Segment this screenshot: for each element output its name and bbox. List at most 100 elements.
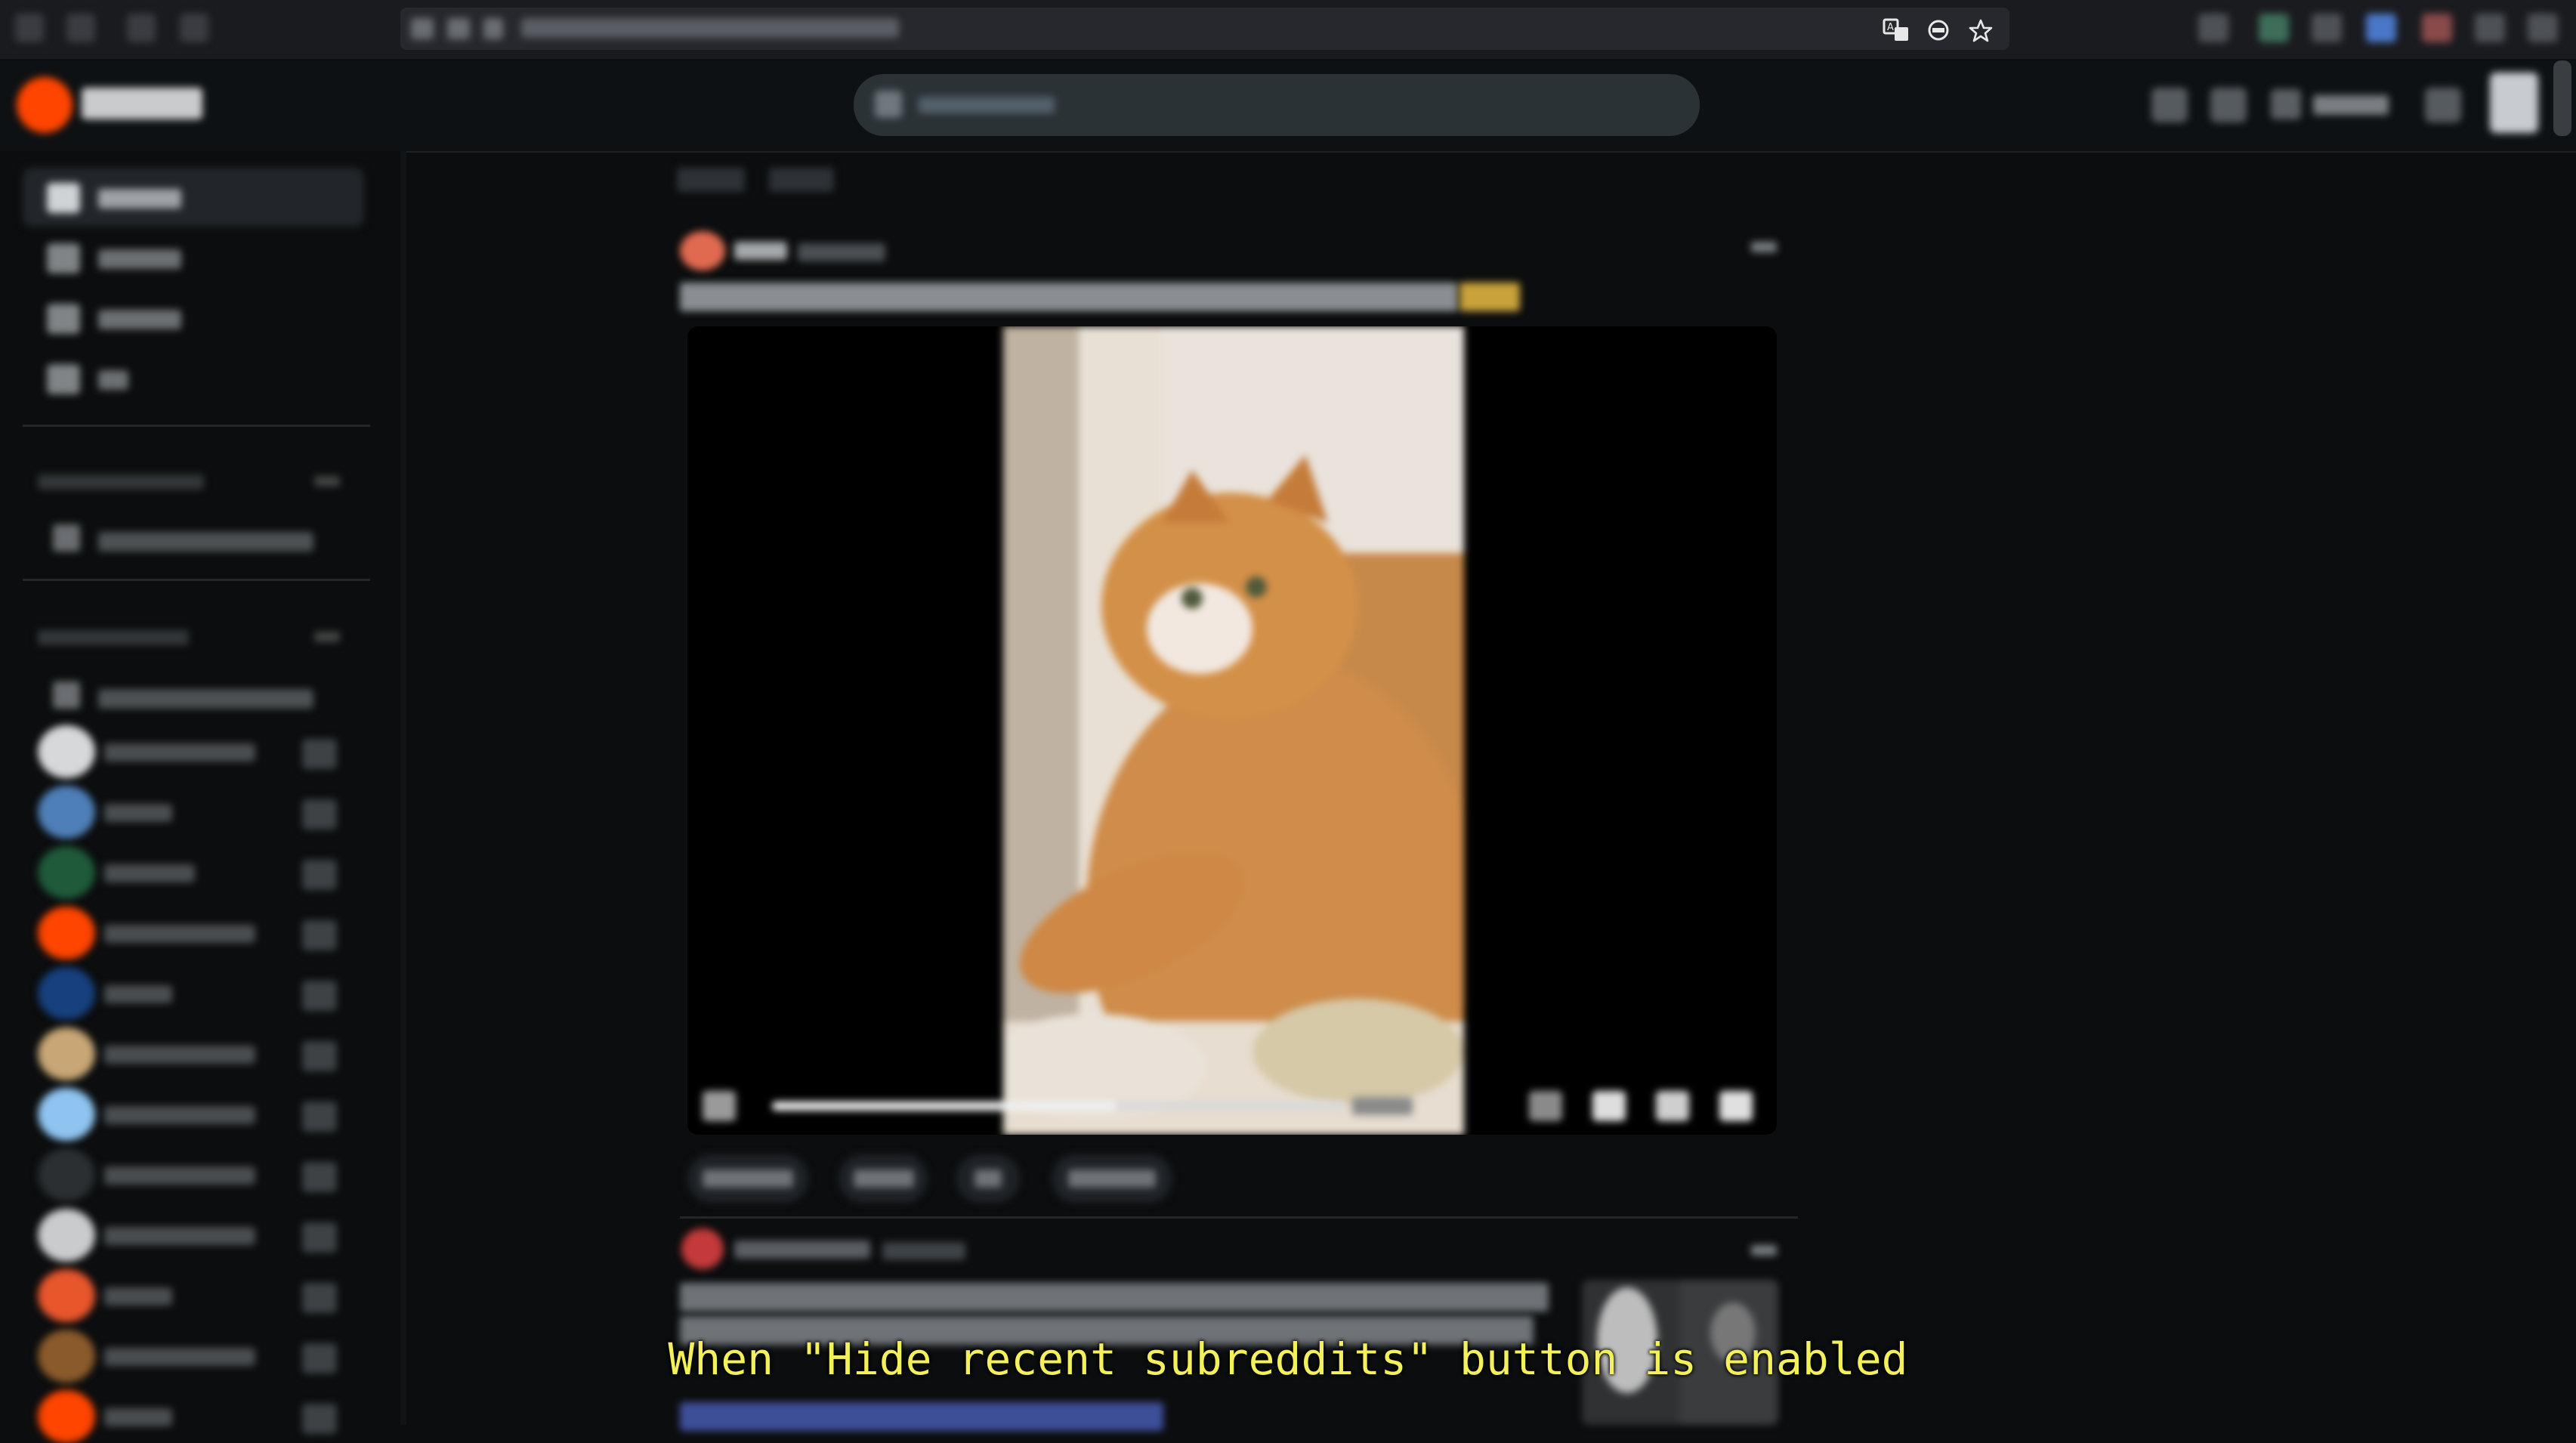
search-icon <box>875 91 902 118</box>
notifications-icon[interactable] <box>2425 88 2461 122</box>
community-name <box>104 985 172 1003</box>
sidebar-community-item[interactable] <box>38 725 355 778</box>
extensions-menu-icon[interactable] <box>2475 14 2505 42</box>
security-icon <box>483 18 503 39</box>
custom-feeds-heading[interactable] <box>38 474 204 490</box>
subreddit-name[interactable] <box>734 242 787 260</box>
url-text <box>521 18 899 38</box>
video-progress-bar[interactable] <box>772 1102 1346 1111</box>
favorite-star-icon[interactable] <box>302 1162 337 1192</box>
sidebar-community-item[interactable] <box>38 1088 355 1141</box>
community-avatar <box>38 967 95 1020</box>
community-avatar <box>38 1027 95 1080</box>
chat-icon[interactable] <box>2210 88 2247 122</box>
bookmark-star-icon[interactable] <box>1966 18 1996 42</box>
extension-icon[interactable] <box>2198 14 2229 42</box>
fullscreen-icon[interactable] <box>1656 1091 1689 1121</box>
community-name <box>104 864 195 882</box>
favorite-star-icon[interactable] <box>302 1102 337 1132</box>
permissions-icon[interactable] <box>447 18 470 39</box>
user-avatar[interactable] <box>2490 73 2538 133</box>
extension-icon[interactable] <box>2422 14 2452 42</box>
sidebar-community-item[interactable] <box>38 1027 355 1080</box>
favorite-star-icon[interactable] <box>302 739 337 769</box>
favorite-star-icon[interactable] <box>302 860 337 890</box>
sidebar-community-item[interactable] <box>38 907 355 959</box>
sort-dropdown[interactable] <box>677 168 745 192</box>
ad-block-icon[interactable] <box>1923 18 1954 41</box>
browser-toolbar: A <box>0 0 2576 60</box>
sidebar-item-home[interactable] <box>23 168 364 227</box>
video-player[interactable] <box>687 326 1777 1135</box>
more-options-icon[interactable] <box>1751 242 1777 252</box>
sidebar-community-item[interactable] <box>38 786 355 839</box>
create-post-button[interactable] <box>2266 85 2395 125</box>
caption-text: When "Hide recent subreddits" button is … <box>668 1333 1908 1385</box>
sidebar-item-explore[interactable] <box>23 289 364 348</box>
favorite-star-icon[interactable] <box>302 1041 337 1071</box>
home-icon[interactable] <box>180 14 208 42</box>
communities-heading[interactable] <box>38 630 189 645</box>
community-avatar <box>38 786 95 839</box>
sidebar-community-item[interactable] <box>38 967 355 1020</box>
advertise-icon[interactable] <box>2151 88 2188 122</box>
address-bar[interactable]: A <box>400 8 2009 50</box>
share-button[interactable] <box>1052 1154 1172 1203</box>
video-frame-cat[interactable] <box>1003 326 1464 1135</box>
search-input[interactable] <box>854 74 1700 136</box>
award-button[interactable] <box>956 1154 1020 1203</box>
page-scrollbar[interactable] <box>2553 60 2571 136</box>
sidebar-community-item[interactable] <box>38 1390 355 1443</box>
settings-icon[interactable] <box>1592 1091 1626 1121</box>
chevron-up-icon[interactable] <box>314 476 340 487</box>
post-divider <box>680 1216 1798 1219</box>
community-name <box>104 1106 255 1124</box>
post-flair[interactable] <box>680 1402 1163 1431</box>
sidebar-item-label <box>98 249 181 269</box>
extension-icon[interactable] <box>2366 14 2396 42</box>
sidebar-community-item[interactable] <box>38 1269 355 1322</box>
sidebar-scrollbar[interactable] <box>400 151 406 1425</box>
favorite-star-icon[interactable] <box>302 1404 337 1434</box>
favorite-star-icon[interactable] <box>302 799 337 830</box>
subreddit-name[interactable] <box>734 1241 870 1259</box>
comments-button[interactable] <box>839 1154 928 1203</box>
back-icon[interactable] <box>15 14 44 42</box>
sidebar-community-item[interactable] <box>38 1209 355 1262</box>
community-avatar <box>38 1148 95 1201</box>
reload-icon[interactable] <box>127 14 156 42</box>
site-info-icon[interactable] <box>411 18 434 39</box>
award-icon <box>974 1170 1002 1188</box>
video-time <box>1352 1097 1413 1115</box>
sidebar-community-item[interactable] <box>38 1148 355 1201</box>
post-title[interactable] <box>680 283 1458 311</box>
post-timestamp <box>882 1242 965 1260</box>
favorite-star-icon[interactable] <box>302 981 337 1011</box>
forward-icon[interactable] <box>66 14 95 42</box>
sidebar-item-all[interactable] <box>23 349 364 408</box>
community-avatar <box>38 725 95 778</box>
replay-icon[interactable] <box>703 1091 736 1121</box>
favorite-star-icon[interactable] <box>302 920 337 950</box>
translate-icon[interactable]: A <box>1881 18 1911 41</box>
view-dropdown[interactable] <box>769 168 834 192</box>
sidebar-community-item[interactable] <box>38 846 355 899</box>
reddit-logo-icon[interactable] <box>17 77 73 133</box>
more-options-icon[interactable] <box>1751 1245 1777 1256</box>
chevron-up-icon[interactable] <box>314 632 340 642</box>
community-avatar <box>38 1209 95 1262</box>
community-name <box>104 925 255 943</box>
reddit-wordmark[interactable] <box>82 88 202 119</box>
extension-icon[interactable] <box>2312 14 2342 42</box>
subreddit-avatar[interactable] <box>681 1228 724 1269</box>
vote-button[interactable] <box>687 1154 808 1203</box>
browser-menu-icon[interactable] <box>2528 14 2558 42</box>
subreddit-avatar[interactable] <box>680 231 725 270</box>
favorite-star-icon[interactable] <box>302 1283 337 1313</box>
post-title[interactable] <box>680 1283 1549 1312</box>
captions-icon[interactable] <box>1529 1091 1562 1121</box>
sidebar-item-popular[interactable] <box>23 228 364 287</box>
volume-icon[interactable] <box>1719 1091 1753 1121</box>
favorite-star-icon[interactable] <box>302 1222 337 1253</box>
extension-icon[interactable] <box>2259 14 2289 42</box>
